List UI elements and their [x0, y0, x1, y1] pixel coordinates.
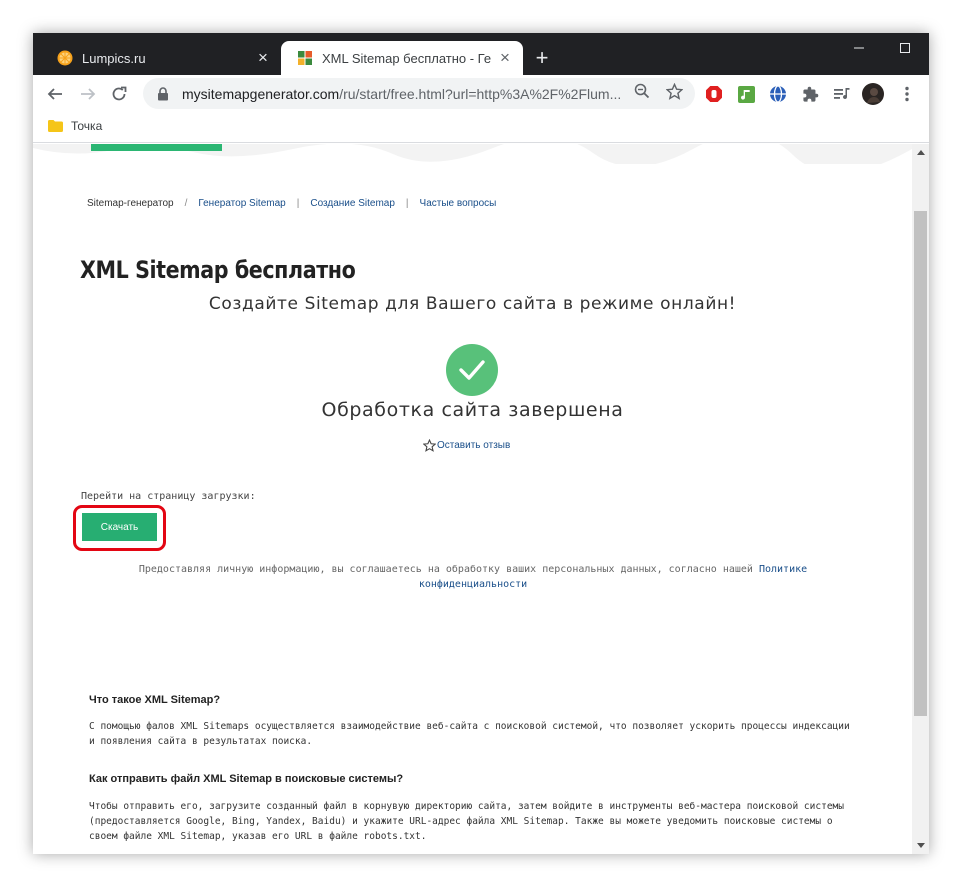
browser-window: Lumpics.ru × XML Sitemap бесплатно - Ген…	[33, 33, 929, 854]
review-link-label: Оставить отзыв	[437, 440, 511, 451]
privacy-text: Предоставляя личную информацию, вы согла…	[138, 564, 753, 575]
bookmark-label: Точка	[71, 119, 103, 133]
close-tab-icon[interactable]: ×	[497, 49, 513, 66]
globe-extension-icon[interactable]	[769, 85, 787, 103]
maximize-icon[interactable]	[882, 33, 928, 63]
scroll-up-arrow-icon[interactable]	[912, 144, 929, 161]
window-close-icon[interactable]	[928, 33, 929, 63]
tab-lumpics[interactable]: Lumpics.ru ×	[41, 41, 281, 75]
download-button[interactable]: Скачать	[82, 513, 157, 541]
faq-answer-2: Чтобы отправить его, загрузите созданный…	[89, 801, 844, 842]
reload-icon[interactable]	[105, 80, 133, 108]
browser-toolbar: mysitemapgenerator.com/ru/start/free.htm…	[33, 75, 929, 113]
orange-slice-icon	[57, 50, 73, 66]
lock-icon[interactable]	[157, 86, 171, 101]
folder-icon	[48, 120, 63, 132]
faq-question-2: Как отправить файл XML Sitemap в поисков…	[89, 773, 404, 785]
kebab-menu-icon[interactable]	[898, 85, 916, 103]
new-tab-plus-icon[interactable]: +	[531, 47, 553, 69]
breadcrumb: Sitemap-генератор / Генератор Sitemap | …	[87, 198, 496, 209]
faq-answer-1: С помощью фалов XML Sitemaps осуществляе…	[89, 721, 850, 747]
close-tab-icon[interactable]: ×	[255, 49, 271, 66]
bookmark-star-icon[interactable]	[665, 82, 683, 100]
breadcrumb-separator: |	[296, 198, 300, 209]
zoom-icon[interactable]	[633, 82, 651, 100]
page-viewport: Sitemap-генератор / Генератор Sitemap | …	[33, 144, 912, 854]
scrollbar-thumb[interactable]	[914, 211, 927, 716]
url-text: mysitemapgenerator.com/ru/start/free.htm…	[182, 85, 622, 102]
address-bar[interactable]: mysitemapgenerator.com/ru/start/free.htm…	[143, 78, 695, 109]
tab-title: Lumpics.ru	[82, 50, 146, 66]
puzzle-favicon	[297, 50, 313, 66]
page-title: XML Sitemap бесплатно	[80, 256, 356, 284]
forward-arrow-icon[interactable]	[74, 80, 102, 108]
minimize-icon[interactable]	[836, 33, 882, 63]
breadcrumb-separator: /	[184, 198, 188, 209]
tab-strip: Lumpics.ru × XML Sitemap бесплатно - Ген…	[33, 33, 929, 75]
vertical-scrollbar[interactable]	[912, 144, 929, 854]
privacy-notice: Предоставляя личную информацию, вы согла…	[103, 562, 843, 592]
scroll-down-arrow-icon[interactable]	[912, 837, 929, 854]
music-extension-icon[interactable]	[737, 85, 755, 103]
tab-sitemap[interactable]: XML Sitemap бесплатно - Генер ×	[281, 41, 523, 75]
header-green-bar	[91, 144, 222, 151]
profile-avatar[interactable]	[862, 83, 884, 105]
breadcrumb-item-generator[interactable]: Генератор Sitemap	[198, 198, 285, 209]
success-check-icon	[446, 344, 498, 396]
review-link[interactable]: Оставить отзыв	[423, 439, 510, 452]
adblock-icon[interactable]	[705, 85, 723, 103]
breadcrumb-separator: |	[405, 198, 409, 209]
bookmark-folder-tochka[interactable]: Точка	[48, 119, 102, 133]
puzzle-extensions-icon[interactable]	[801, 85, 819, 103]
breadcrumb-item-create[interactable]: Создание Sitemap	[310, 198, 395, 209]
back-arrow-icon[interactable]	[41, 80, 69, 108]
media-queue-icon[interactable]	[833, 85, 851, 103]
bookmarks-bar: Точка	[33, 113, 929, 143]
faq-question-1: Что такое XML Sitemap?	[89, 694, 221, 706]
breadcrumb-item-faq[interactable]: Частые вопросы	[420, 198, 497, 209]
tab-title: XML Sitemap бесплатно - Генер	[322, 50, 491, 66]
star-outline-icon	[423, 439, 436, 452]
page-subtitle: Создайте Sitemap для Вашего сайта в режи…	[208, 294, 737, 314]
breadcrumb-item-home: Sitemap-генератор	[87, 198, 174, 209]
processing-status: Обработка сайта завершена	[321, 399, 624, 421]
download-page-label: Перейти на страницу загрузки:	[81, 491, 256, 502]
